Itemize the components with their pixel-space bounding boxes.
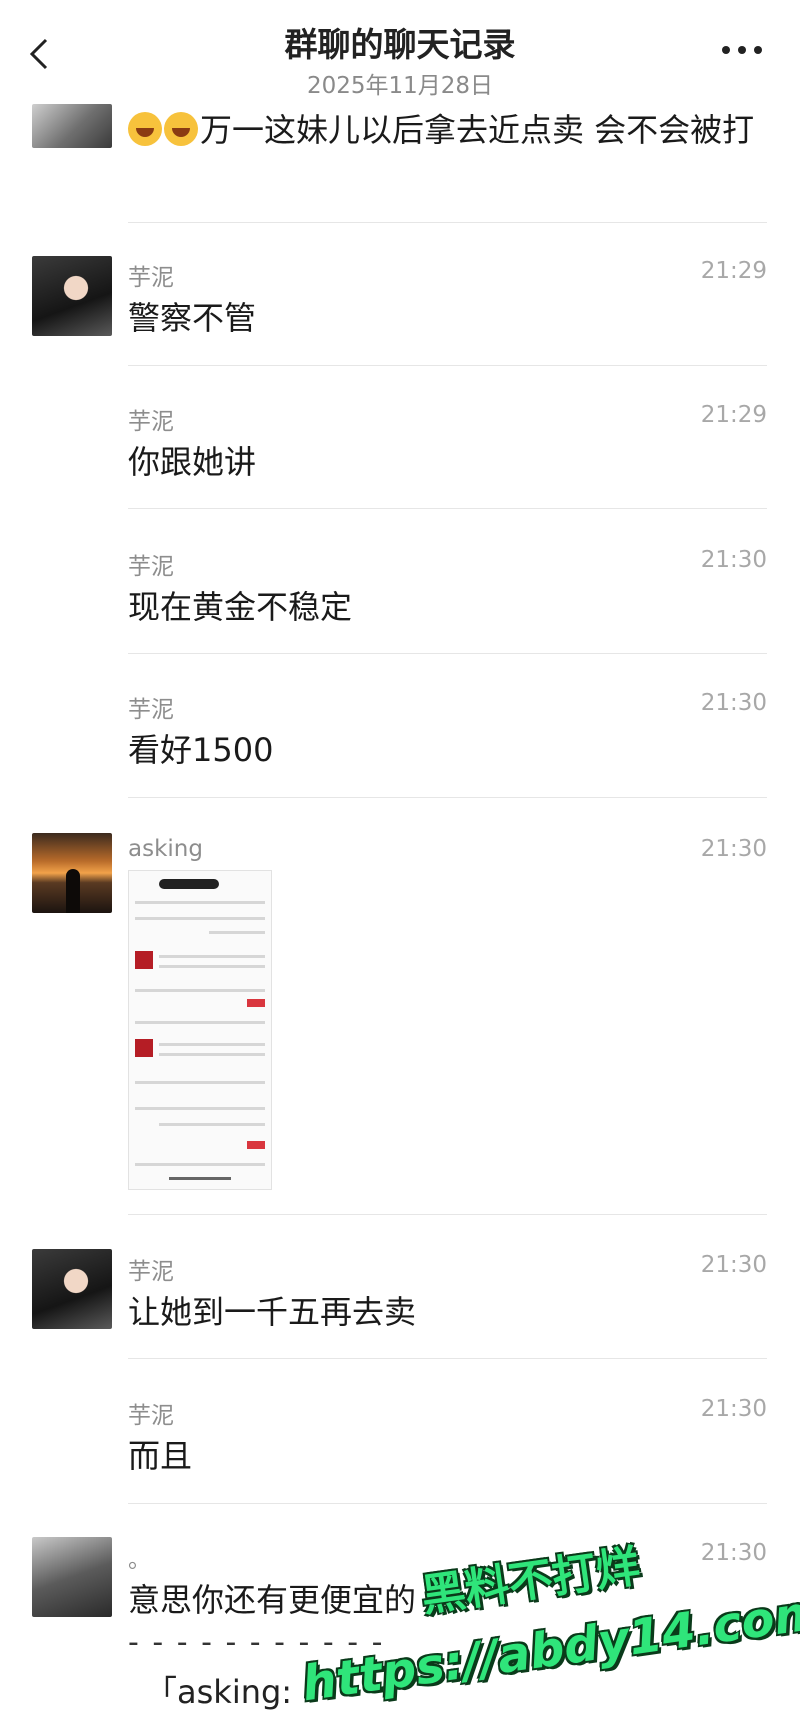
page-title: 群聊的聊天记录 (284, 25, 516, 64)
page-date: 2025年11月28日 (306, 73, 494, 99)
divider (128, 653, 767, 654)
sender-name: 芋泥 (128, 265, 174, 291)
message-text: 让她到一千五再去卖 (128, 1293, 417, 1331)
avatar[interactable] (32, 104, 112, 148)
header-bar: 群聊的聊天记录 2025年11月28日 (0, 0, 800, 100)
message-text: 现在黄金不稳定 (128, 588, 353, 626)
message-text: 万一这妹儿以后拿去近点卖 会不会被打 (128, 108, 768, 153)
sender-name: 芋泥 (128, 1259, 174, 1285)
divider (128, 365, 767, 366)
divider (128, 222, 767, 223)
avatar[interactable] (32, 833, 112, 913)
message-time: 21:29 (700, 402, 767, 428)
message-time: 21:30 (700, 1540, 767, 1566)
message-text: 警察不管 (128, 299, 257, 337)
divider (128, 1503, 767, 1504)
divider (128, 797, 767, 798)
avatar[interactable] (32, 256, 112, 336)
message-time: 21:30 (700, 1396, 767, 1422)
message-time: 21:30 (700, 1252, 767, 1278)
divider (128, 1358, 767, 1359)
sender-name: 。 (128, 1547, 151, 1573)
quoted-message: 「asking: (145, 1673, 293, 1711)
divider (128, 1214, 767, 1215)
message-text: 而且 (128, 1437, 193, 1475)
message-time: 21:30 (700, 690, 767, 716)
sender-name: 芋泥 (128, 554, 174, 580)
message-text: 看好1500 (128, 731, 274, 769)
sender-name: asking (128, 836, 203, 862)
message-text: 你跟她讲 (128, 443, 257, 481)
message-time: 21:30 (700, 547, 767, 573)
divider (128, 508, 767, 509)
sender-name: 芋泥 (128, 1403, 174, 1429)
avatar[interactable] (32, 1249, 112, 1329)
laughing-emoji-icon (164, 112, 198, 146)
message-time: 21:29 (700, 258, 767, 284)
screenshot-thumbnail-image[interactable] (128, 870, 272, 1190)
sender-name: 芋泥 (128, 697, 174, 723)
more-dots-icon[interactable] (722, 40, 762, 60)
avatar[interactable] (32, 1537, 112, 1617)
laughing-emoji-icon (128, 112, 162, 146)
sender-name: 芋泥 (128, 409, 174, 435)
message-time: 21:30 (700, 836, 767, 862)
